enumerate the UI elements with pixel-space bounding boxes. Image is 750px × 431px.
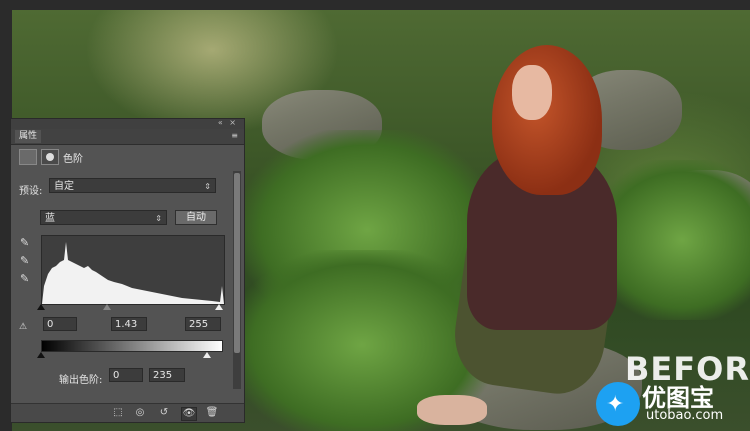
adjustment-title: 色阶 bbox=[63, 154, 83, 165]
panel-tabbar: 属性 ≡ bbox=[11, 129, 244, 145]
input-slider[interactable] bbox=[37, 304, 223, 310]
levels-adjustment-icon[interactable] bbox=[19, 149, 37, 165]
figure-hair bbox=[492, 45, 602, 195]
output-black-handle[interactable] bbox=[37, 352, 45, 358]
output-slider[interactable] bbox=[37, 352, 223, 358]
input-gamma-handle[interactable] bbox=[103, 304, 111, 310]
figure-face bbox=[512, 65, 552, 120]
visibility-eye-icon[interactable]: 👁 bbox=[181, 407, 197, 421]
mask-icon[interactable] bbox=[41, 149, 59, 165]
gray-eyedropper-icon[interactable]: ✎ bbox=[20, 255, 30, 267]
view-previous-icon[interactable]: ◎ bbox=[133, 407, 147, 419]
panel-menu-icon[interactable]: ≡ bbox=[231, 131, 238, 140]
panel-collapse-icon[interactable]: « × bbox=[218, 118, 238, 127]
delete-trash-icon[interactable]: 🗑 bbox=[205, 407, 219, 419]
input-white-field[interactable]: 255 bbox=[185, 317, 221, 331]
preset-select[interactable]: 自定 ⇕ bbox=[49, 178, 216, 193]
properties-panel: « × 属性 ≡ 色阶 预设: 自定 ⇕ 蓝 ⇕ 自动 ✎ ✎ ✎ ⚠ 0 1.… bbox=[10, 118, 245, 423]
panel-scrollbar[interactable] bbox=[233, 171, 241, 389]
panel-titlebar[interactable]: « × bbox=[11, 118, 244, 129]
tab-properties[interactable]: 属性 bbox=[15, 130, 42, 143]
white-eyedropper-icon[interactable]: ✎ bbox=[20, 273, 30, 285]
auto-button[interactable]: 自动 bbox=[175, 210, 217, 225]
channel-value: 蓝 bbox=[45, 213, 55, 224]
logo-subtitle: utobao.com bbox=[646, 408, 724, 423]
scrollbar-thumb[interactable] bbox=[234, 173, 240, 353]
reset-icon[interactable]: ↺ bbox=[157, 407, 171, 419]
input-black-handle[interactable] bbox=[37, 304, 45, 310]
input-gamma-field[interactable]: 1.43 bbox=[111, 317, 147, 331]
clip-to-layer-icon[interactable]: ⬚ bbox=[111, 407, 125, 419]
figure-foot bbox=[417, 395, 487, 425]
histogram bbox=[41, 235, 225, 305]
output-black-field[interactable]: 0 bbox=[109, 368, 143, 382]
histogram-graph bbox=[42, 242, 224, 304]
preset-label: 预设: bbox=[19, 186, 43, 197]
output-white-handle[interactable] bbox=[203, 352, 211, 358]
preset-value: 自定 bbox=[54, 181, 74, 192]
input-white-handle[interactable] bbox=[215, 304, 223, 310]
bird-icon: ✦ bbox=[606, 392, 625, 417]
output-gradient-bar bbox=[41, 340, 223, 352]
utobao-logo: ✦ 优图宝 utobao.com bbox=[596, 378, 750, 428]
panel-bottom-toolbar: ⬚ ◎ ↺ 👁 🗑 bbox=[11, 403, 244, 422]
channel-select[interactable]: 蓝 ⇕ bbox=[40, 210, 167, 225]
output-white-field[interactable]: 235 bbox=[149, 368, 185, 382]
clipping-warning-icon[interactable]: ⚠ bbox=[19, 322, 27, 332]
input-black-field[interactable]: 0 bbox=[43, 317, 77, 331]
histogram-area bbox=[42, 242, 224, 304]
black-eyedropper-icon[interactable]: ✎ bbox=[20, 237, 30, 249]
chevron-updown-icon: ⇕ bbox=[155, 214, 162, 223]
chevron-updown-icon: ⇕ bbox=[204, 182, 211, 191]
output-levels-label: 输出色阶: bbox=[59, 375, 103, 386]
